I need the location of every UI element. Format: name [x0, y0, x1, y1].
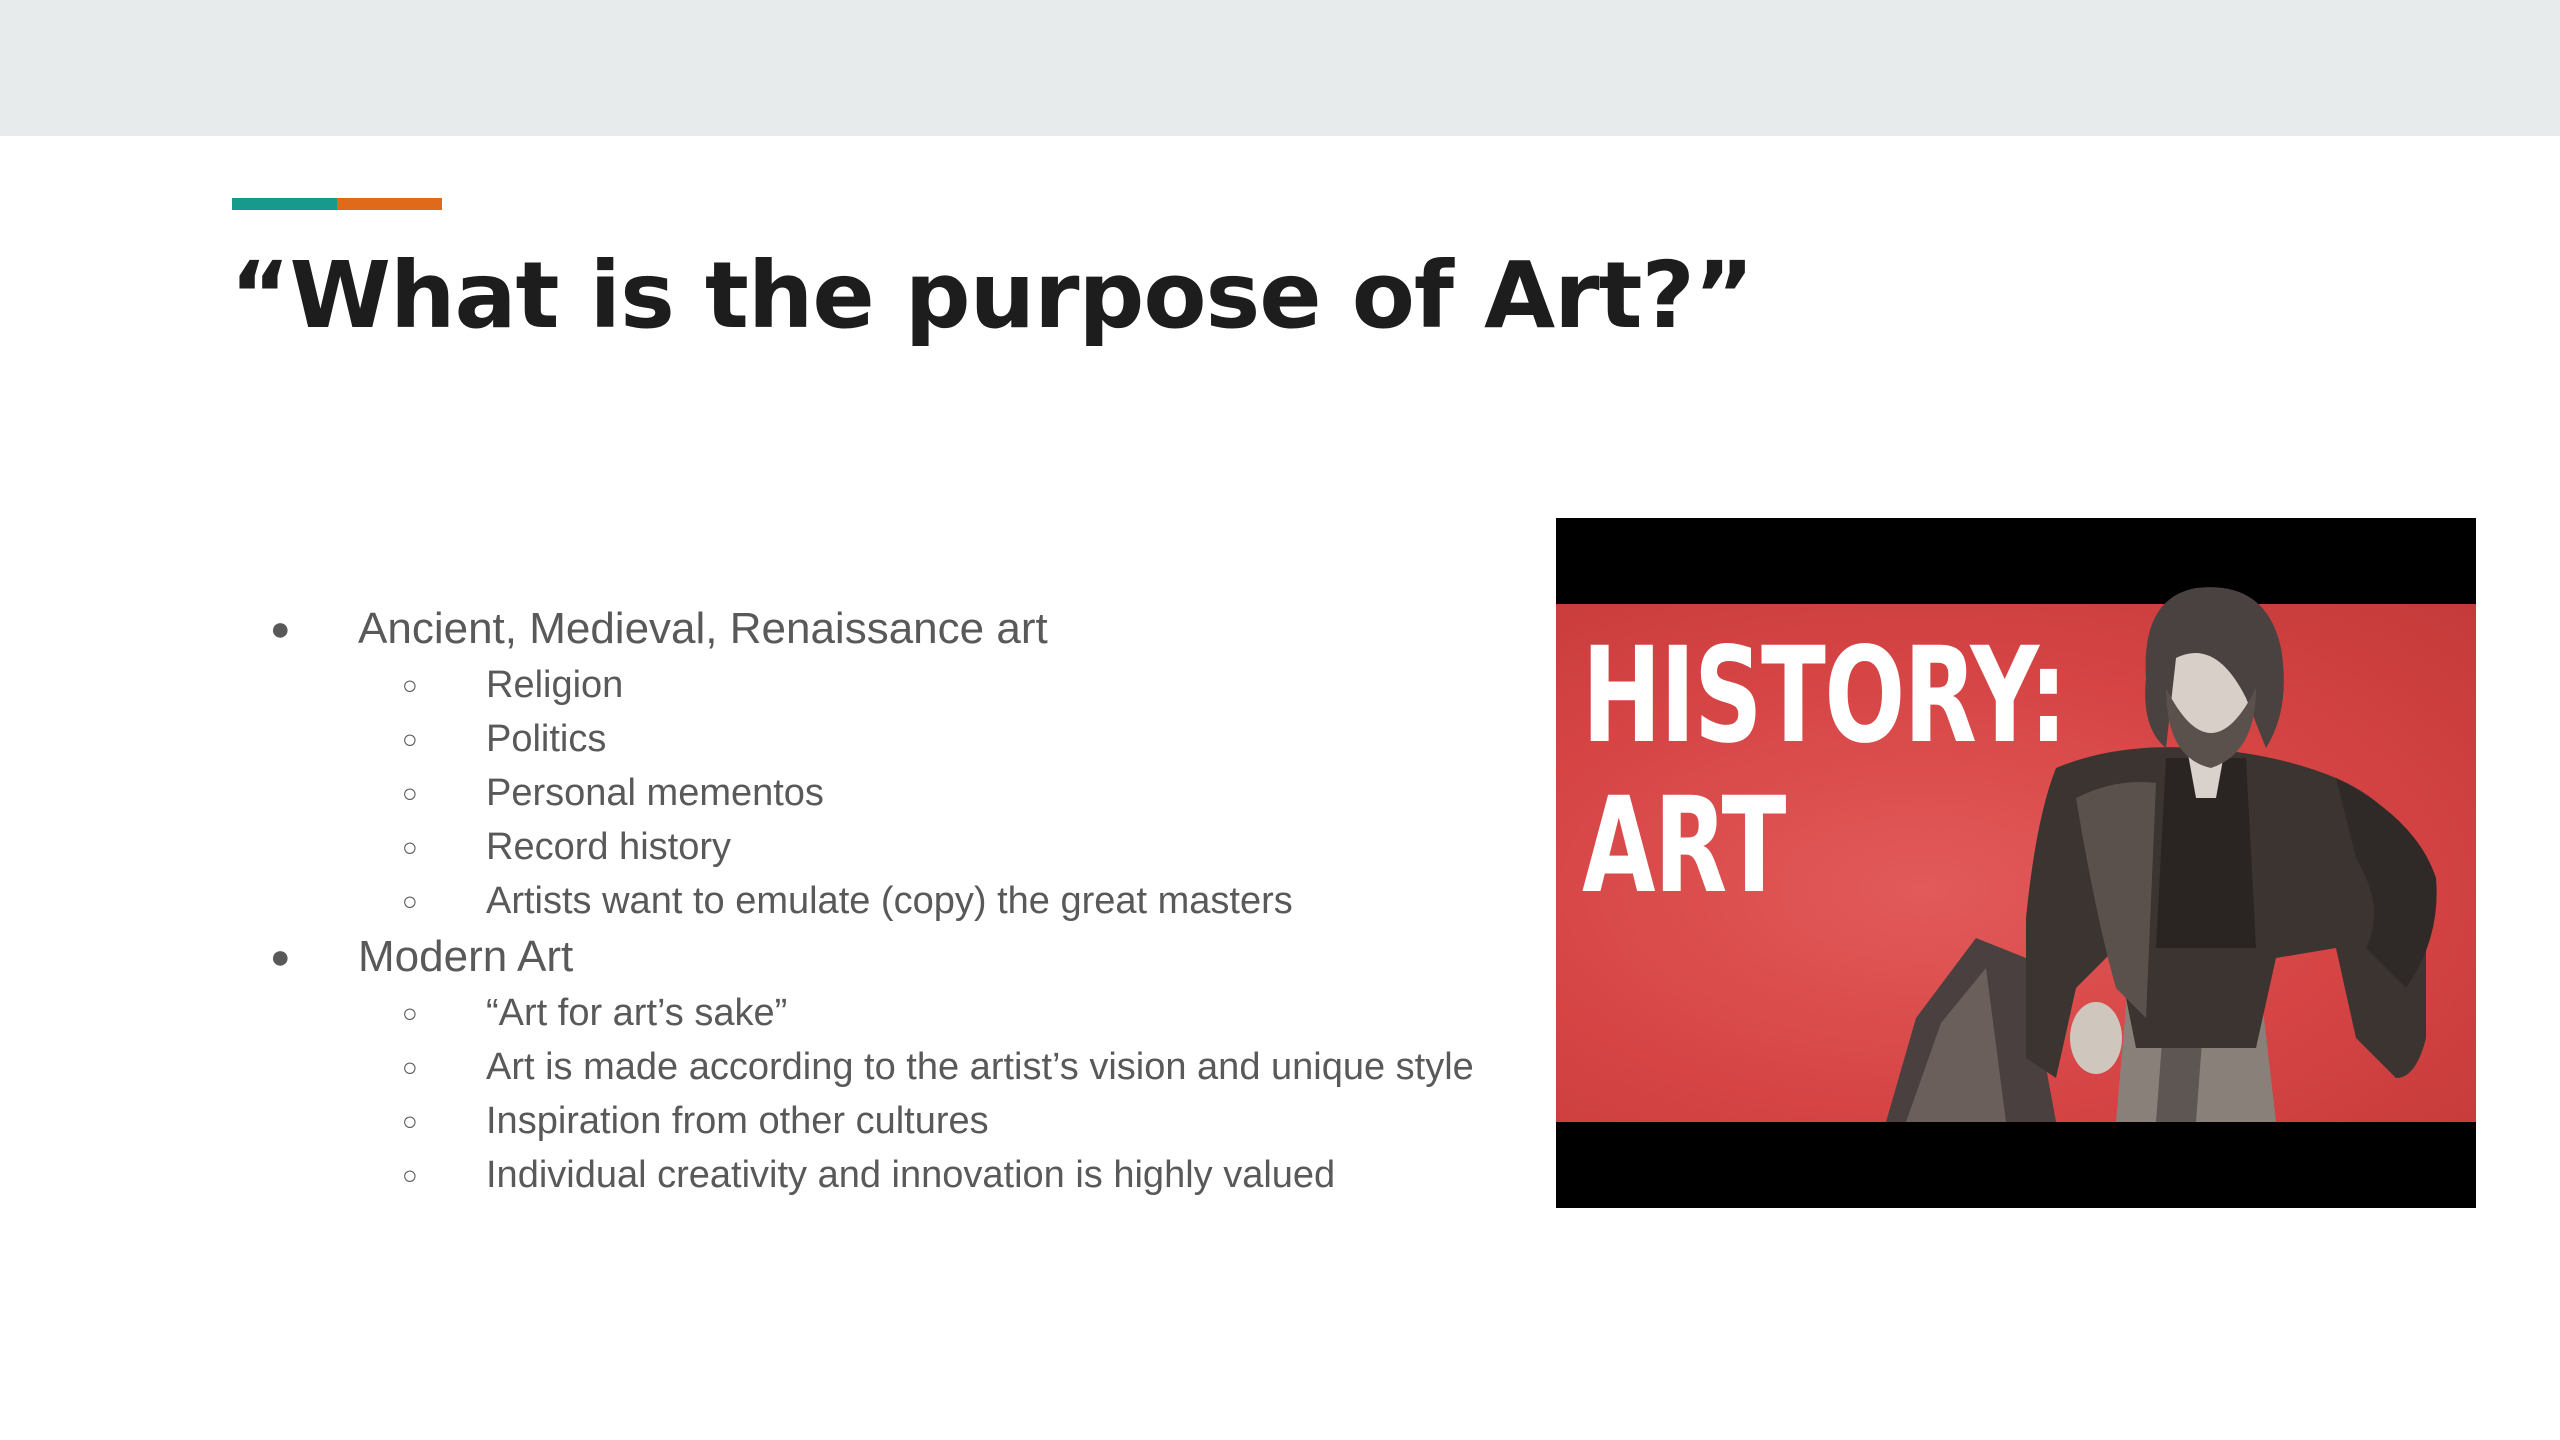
accent-orange [337, 198, 442, 210]
title-accent-bar [232, 198, 442, 210]
sub-bullet-item[interactable]: ○ Politics [270, 712, 1474, 766]
bullet-text: Modern Art [358, 932, 574, 981]
bullet-item[interactable]: ● Ancient, Medieval, Renaissance art [270, 600, 1474, 658]
figure-hand [2070, 1002, 2122, 1074]
sub-bullet-marker: ○ [402, 778, 418, 808]
toolbar-band [0, 0, 2560, 136]
sub-bullet-item[interactable]: ○ Religion [270, 658, 1474, 712]
sub-bullet-text: “Art for art’s sake” [486, 992, 788, 1034]
bullet-list[interactable]: ● Ancient, Medieval, Renaissance art ○ R… [270, 600, 1474, 1202]
sub-bullet-text: Personal mementos [486, 772, 824, 814]
sub-bullet-item[interactable]: ○ Personal mementos [270, 766, 1474, 820]
sub-bullet-item[interactable]: ○ Inspiration from other cultures [270, 1094, 1474, 1148]
sub-list: ○ “Art for art’s sake” ○ Art is made acc… [270, 986, 1474, 1202]
sub-bullet-item[interactable]: ○ “Art for art’s sake” [270, 986, 1474, 1040]
sub-list: ○ Religion ○ Politics ○ Personal memento… [270, 658, 1474, 928]
sub-bullet-marker: ○ [402, 724, 418, 754]
sub-list-wrap: ○ “Art for art’s sake” ○ Art is made acc… [270, 986, 1474, 1202]
sub-bullet-item[interactable]: ○ Individual creativity and innovation i… [270, 1148, 1474, 1202]
bullet-marker: ● [270, 938, 291, 976]
bullet-marker: ● [270, 610, 291, 648]
sub-bullet-text: Religion [486, 664, 624, 706]
sub-bullet-item[interactable]: ○ Record history [270, 820, 1474, 874]
sub-bullet-marker: ○ [402, 886, 418, 916]
sub-bullet-text: Politics [486, 718, 607, 760]
video-thumbnail[interactable]: HISTORY: ART [1556, 518, 2476, 1208]
sub-bullet-marker: ○ [402, 670, 418, 700]
sub-bullet-marker: ○ [402, 998, 418, 1028]
sub-bullet-text: Individual creativity and innovation is … [486, 1154, 1336, 1196]
sub-bullet-text: Record history [486, 826, 731, 868]
sub-list-wrap: ○ Religion ○ Politics ○ Personal memento… [270, 658, 1474, 928]
sub-bullet-item[interactable]: ○ Artists want to emulate (copy) the gre… [270, 874, 1474, 928]
thumbnail-title-line2: ART [1582, 769, 1786, 923]
sub-bullet-text: Artists want to emulate (copy) the great… [486, 880, 1293, 922]
thumbnail-title-line1: HISTORY: [1582, 619, 2067, 773]
sub-bullet-marker: ○ [402, 1160, 418, 1190]
sub-bullet-item[interactable]: ○ Art is made according to the artist’s … [270, 1040, 1474, 1094]
bullet-text: Ancient, Medieval, Renaissance art [358, 604, 1048, 653]
sub-bullet-text: Art is made according to the artist’s vi… [486, 1046, 1474, 1088]
accent-teal [232, 198, 337, 210]
sub-bullet-marker: ○ [402, 1106, 418, 1136]
sub-bullet-text: Inspiration from other cultures [486, 1100, 989, 1142]
bullet-item[interactable]: ● Modern Art [270, 928, 1474, 986]
sub-bullet-marker: ○ [402, 1052, 418, 1082]
slide-title[interactable]: “What is the purpose of Art?” [230, 250, 1754, 342]
sub-bullet-marker: ○ [402, 832, 418, 862]
